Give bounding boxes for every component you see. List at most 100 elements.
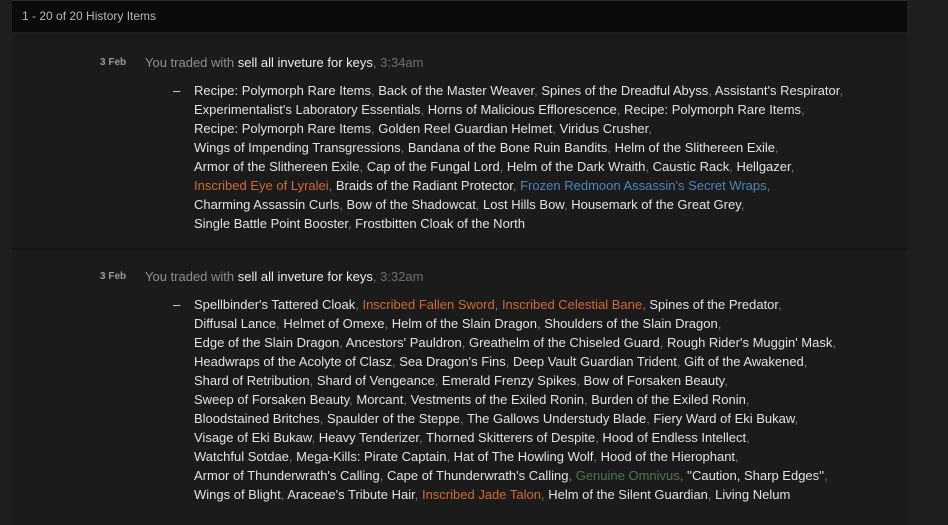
item-link[interactable]: Hellgazer	[736, 159, 790, 174]
item-link[interactable]: Braids of the Radiant Protector	[336, 178, 513, 193]
item-link[interactable]: Helmet of Omexe	[283, 316, 384, 331]
item-list-dash: –	[173, 297, 181, 312]
item-link[interactable]: Inscribed Eye of Lyralei	[194, 178, 329, 193]
item-link[interactable]: Spellbinder's Tattered Cloak	[194, 297, 355, 312]
item-link[interactable]: Araceae's Tribute Hair	[287, 487, 415, 502]
item-line: Watchful Sotdae, Mega-Kills: Pirate Capt…	[194, 449, 739, 464]
item-link[interactable]: Gift of the Awakened	[684, 354, 804, 369]
item-link[interactable]: Housemark of the Great Grey	[571, 197, 741, 212]
item-link[interactable]: Sea Dragon's Fins	[399, 354, 506, 369]
entry-headline: You traded with sell all inveture for ke…	[145, 55, 424, 70]
item-link[interactable]: Mega-Kills: Pirate Captain	[296, 449, 446, 464]
item-link[interactable]: Frostbitten Cloak of the North	[355, 216, 525, 231]
item-link[interactable]: Spines of the Predator	[649, 297, 778, 312]
trade-time: 3:34am	[380, 55, 424, 70]
item-link[interactable]: Watchful Sotdae	[194, 449, 289, 464]
item-link[interactable]: Spaulder of the Steppe	[327, 411, 460, 426]
item-link[interactable]: Emerald Frenzy Spikes	[442, 373, 576, 388]
item-line: Wings of Blight, Araceae's Tribute Hair,…	[194, 487, 791, 502]
item-link[interactable]: Charming Assassin Curls	[194, 197, 339, 212]
item-link[interactable]: Recipe: Polymorph Rare Items	[624, 102, 801, 117]
item-link[interactable]: Visage of Eki Bukaw	[194, 430, 312, 445]
item-link[interactable]: Helm of the Slithereen Exile	[615, 140, 775, 155]
item-link[interactable]: Diffusal Lance	[194, 316, 276, 331]
item-link[interactable]: Bloodstained Britches	[194, 411, 320, 426]
item-line: Edge of the Slain Dragon, Ancestors' Pau…	[194, 335, 836, 350]
item-line: Single Battle Point Booster, Frostbitten…	[194, 216, 525, 231]
history-list: 3 Feb You traded with sell all inveture …	[12, 34, 907, 525]
item-link[interactable]: The Gallows Understudy Blade	[467, 411, 646, 426]
item-link[interactable]: Back of the Master Weaver	[378, 83, 534, 98]
item-link[interactable]: Living Nelum	[715, 487, 790, 502]
item-link[interactable]: Fiery Ward of Eki Bukaw	[653, 411, 794, 426]
item-link[interactable]: Greathelm of the Chiseled Guard	[469, 335, 660, 350]
item-line: Experimentalist's Laboratory Essentials,…	[194, 102, 805, 117]
item-link[interactable]: Bow of the Shadowcat	[346, 197, 475, 212]
item-link[interactable]: Headwraps of the Acolyte of Clasz	[194, 354, 392, 369]
item-link[interactable]: Golden Reel Guardian Helmet	[378, 121, 552, 136]
item-line: Diffusal Lance, Helmet of Omexe, Helm of…	[194, 316, 722, 331]
history-summary-bar: 1 - 20 of 20 History Items	[12, 0, 907, 32]
item-link[interactable]: Armor of Thunderwrath's Calling	[194, 468, 380, 483]
item-link[interactable]: Edge of the Slain Dragon	[194, 335, 339, 350]
item-link[interactable]: Armor of the Slithereen Exile	[194, 159, 359, 174]
item-link[interactable]: Cape of Thunderwrath's Calling	[387, 468, 568, 483]
item-link[interactable]: Caustic Rack	[653, 159, 730, 174]
item-link[interactable]: Hat of The Howling Wolf	[454, 449, 594, 464]
item-link[interactable]: Ancestors' Pauldron	[346, 335, 462, 350]
item-line: Headwraps of the Acolyte of Clasz, Sea D…	[194, 354, 808, 369]
item-link[interactable]: Cap of the Fungal Lord	[367, 159, 500, 174]
entry-date: 3 Feb	[100, 271, 127, 282]
item-link[interactable]: Single Battle Point Booster	[194, 216, 348, 231]
item-link[interactable]: Inscribed Fallen Sword	[362, 297, 494, 312]
item-link[interactable]: Wings of Impending Transgressions	[194, 140, 401, 155]
trade-time: 3:32am	[380, 269, 424, 284]
item-link[interactable]: Lost Hills Bow	[483, 197, 564, 212]
item-link[interactable]: Spines of the Dreadful Abyss	[541, 83, 708, 98]
item-link[interactable]: Horns of Malicious Efflorescence	[428, 102, 617, 117]
trade-history-entry: 3 Feb You traded with sell all inveture …	[12, 250, 907, 525]
item-link[interactable]: Inscribed Celestial Bane	[502, 297, 642, 312]
item-link[interactable]: Shard of Retribution	[194, 373, 310, 388]
item-line: Armor of Thunderwrath's Calling, Cape of…	[194, 468, 828, 483]
item-line: Charming Assassin Curls, Bow of the Shad…	[194, 197, 745, 212]
item-link[interactable]: Inscribed Jade Talon	[422, 487, 541, 502]
item-link[interactable]: Rough Rider's Muggin' Mask	[667, 335, 832, 350]
traded-items: Spellbinder's Tattered Cloak, Inscribed …	[194, 295, 906, 504]
item-link[interactable]: Experimentalist's Laboratory Essentials	[194, 102, 420, 117]
item-line: Shard of Retribution, Shard of Vengeance…	[194, 373, 728, 388]
item-link[interactable]: Burden of the Exiled Ronin	[591, 392, 746, 407]
item-line: Spellbinder's Tattered Cloak, Inscribed …	[194, 297, 782, 312]
item-line: Inscribed Eye of Lyralei, Braids of the …	[194, 178, 771, 193]
item-link[interactable]: Morcant	[356, 392, 403, 407]
trade-prefix: You traded with	[145, 269, 235, 284]
item-link[interactable]: Shard of Vengeance	[317, 373, 435, 388]
item-link[interactable]: Helm of the Silent Guardian	[548, 487, 708, 502]
item-line: Recipe: Polymorph Rare Items, Back of th…	[194, 83, 843, 98]
item-link[interactable]: Wings of Blight	[194, 487, 281, 502]
trade-partner-link[interactable]: sell all inveture for keys	[238, 269, 373, 284]
item-link[interactable]: Heavy Tenderizer	[319, 430, 419, 445]
item-link[interactable]: Genuine Omnivus	[576, 468, 680, 483]
item-link[interactable]: Thorned Skitterers of Despite	[426, 430, 595, 445]
item-link[interactable]: Bow of Forsaken Beauty	[584, 373, 725, 388]
item-link[interactable]: Viridus Crusher	[560, 121, 649, 136]
item-link[interactable]: Assistant's Respirator	[715, 83, 840, 98]
item-link[interactable]: ''Caution, Sharp Edges''	[687, 468, 824, 483]
trade-partner-link[interactable]: sell all inveture for keys	[238, 55, 373, 70]
item-link[interactable]: Frozen Redmoon Assassin's Secret Wraps	[520, 178, 766, 193]
item-line: Sweep of Forsaken Beauty, Morcant, Vestm…	[194, 392, 750, 407]
item-link[interactable]: Hood of Endless Intellect	[602, 430, 746, 445]
item-link[interactable]: Helm of the Slain Dragon	[392, 316, 537, 331]
item-link[interactable]: Helm of the Dark Wraith	[507, 159, 645, 174]
item-link[interactable]: Sweep of Forsaken Beauty	[194, 392, 349, 407]
item-link[interactable]: Recipe: Polymorph Rare Items	[194, 121, 371, 136]
item-link[interactable]: Bandana of the Bone Ruin Bandits	[408, 140, 607, 155]
item-link[interactable]: Recipe: Polymorph Rare Items	[194, 83, 371, 98]
item-link[interactable]: Vestments of the Exiled Ronin	[411, 392, 584, 407]
item-link[interactable]: Hood of the Hierophant	[601, 449, 735, 464]
item-link[interactable]: Deep Vault Guardian Trident	[513, 354, 677, 369]
item-link[interactable]: Shoulders of the Slain Dragon	[544, 316, 717, 331]
trade-prefix: You traded with	[145, 55, 235, 70]
history-count-label: 1 - 20 of 20 History Items	[22, 9, 157, 23]
